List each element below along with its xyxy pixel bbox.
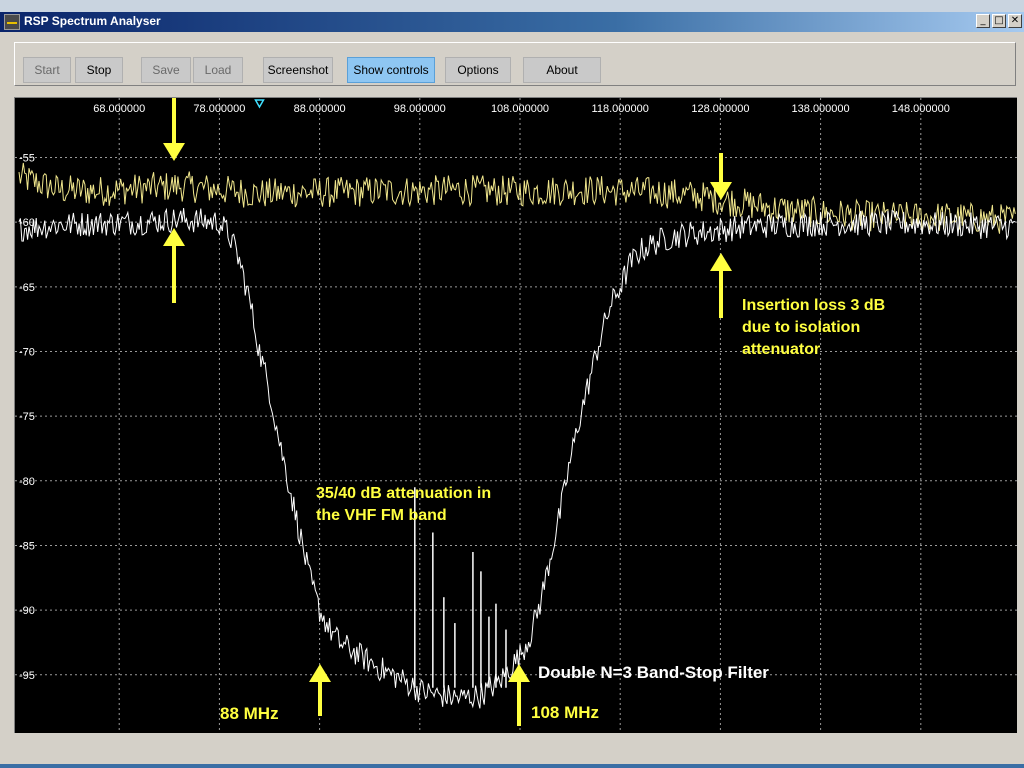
annotation-insertion: attenuator <box>742 341 820 358</box>
x-tick-label: 148.000000 <box>892 103 950 115</box>
desktop-bottom-strip <box>0 764 1024 768</box>
y-tick-label: -70 <box>19 346 35 358</box>
close-icon[interactable]: ✕ <box>1008 14 1022 28</box>
y-tick-label: -80 <box>19 476 35 488</box>
x-tick-label: 98.000000 <box>394 103 446 115</box>
annotation-atten: 35/40 dB attenuation in <box>316 485 491 502</box>
screenshot-button[interactable]: Screenshot <box>263 57 333 83</box>
show-controls-button[interactable]: Show controls <box>347 57 435 83</box>
y-tick-label: -65 <box>19 282 35 294</box>
spectrum-svg[interactable]: 68.000000 78.000000 88.000000 98.000000 108.… <box>15 98 1017 733</box>
desktop-top-strip <box>0 0 1024 12</box>
annotation-insertion: due to isolation <box>742 319 860 336</box>
x-tick-label: 128.000000 <box>691 103 749 115</box>
annotation-108: 108 MHz <box>531 703 599 722</box>
title-bar[interactable]: RSP Spectrum Analyser _ □ ✕ <box>0 12 1024 32</box>
x-tick-label: 68.000000 <box>93 103 145 115</box>
y-tick-label: -95 <box>19 670 35 682</box>
maximize-icon[interactable]: □ <box>992 14 1006 28</box>
x-tick-label: 138.000000 <box>792 103 850 115</box>
annotation-filter: Double N=3 Band-Stop Filter <box>538 663 769 682</box>
x-tick-label: 108.000000 <box>491 103 549 115</box>
minimize-icon[interactable]: _ <box>976 14 990 28</box>
stop-button[interactable]: Stop <box>75 57 123 83</box>
y-tick-label: -75 <box>19 411 35 423</box>
annotation-88: 88 MHz <box>220 704 279 723</box>
status-bar <box>14 734 1016 764</box>
annotation-atten: the VHF FM band <box>316 507 447 524</box>
save-button[interactable]: Save <box>141 57 191 83</box>
y-tick-label: -90 <box>19 605 35 617</box>
options-button[interactable]: Options <box>445 57 511 83</box>
load-button[interactable]: Load <box>193 57 243 83</box>
y-tick-label: -85 <box>19 540 35 552</box>
spectrum-plot[interactable]: 68.000000 78.000000 88.000000 98.000000 108.… <box>14 97 1017 733</box>
x-tick-label: 78.000000 <box>193 103 245 115</box>
window-title: RSP Spectrum Analyser <box>24 14 161 28</box>
about-button[interactable]: About <box>523 57 601 83</box>
app-icon <box>4 14 20 30</box>
start-button[interactable]: Start <box>23 57 71 83</box>
toolbar: Start Stop Save Load Screenshot Show con… <box>14 42 1016 86</box>
window-controls: _ □ ✕ <box>976 14 1022 28</box>
x-tick-label: 118.000000 <box>592 103 649 115</box>
x-tick-label: 88.000000 <box>294 103 346 115</box>
y-tick-label: -55 <box>19 152 35 164</box>
app-window: RSP Spectrum Analyser _ □ ✕ Start Stop S… <box>0 12 1024 764</box>
annotation-insertion: Insertion loss 3 dB <box>742 297 885 314</box>
